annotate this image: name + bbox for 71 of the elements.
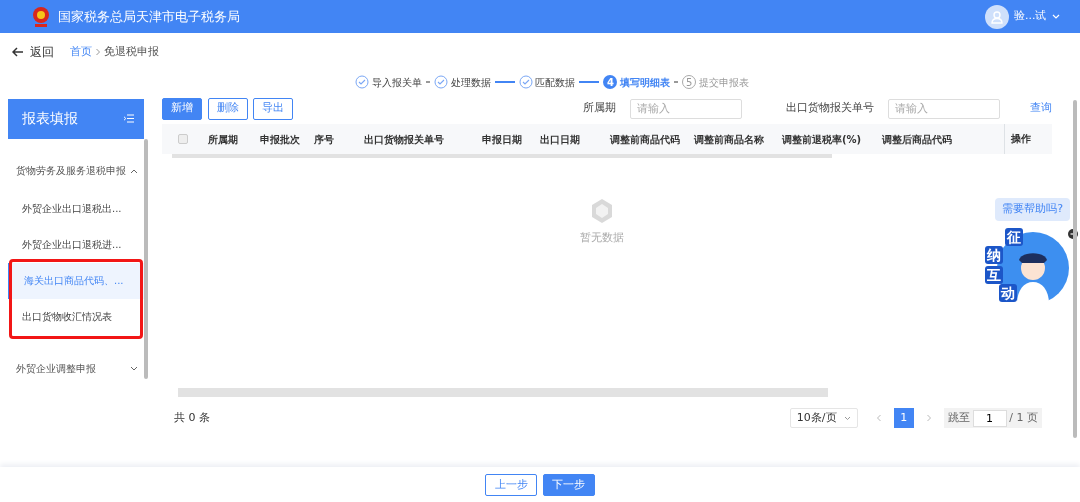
scrollbar[interactable] xyxy=(144,138,148,379)
emblem-icon xyxy=(30,4,52,29)
checkbox[interactable] xyxy=(178,134,188,144)
avatar-icon[interactable] xyxy=(984,4,1009,29)
step-item: 处理数据 xyxy=(433,74,491,90)
check-circle-icon xyxy=(355,75,370,89)
total-count: 共 0 条 xyxy=(174,409,210,426)
step-item: 匹配数据 xyxy=(518,74,576,90)
user-name[interactable]: 验...试 xyxy=(1014,8,1047,25)
page-input[interactable]: 1 xyxy=(972,409,1007,427)
badge-character: 互 xyxy=(985,266,1003,284)
query-link[interactable]: 查询 xyxy=(1030,100,1052,117)
sidebar-item[interactable]: 外贸企业出口退税出... xyxy=(8,190,144,227)
sidebar-item[interactable]: 外贸企业出口退税进... xyxy=(8,226,144,263)
step-button[interactable]: 下一步 xyxy=(542,474,595,496)
chevron-left-icon xyxy=(875,414,882,422)
empty-message: 暂无数据 xyxy=(580,229,624,246)
back-button[interactable]: 返回 xyxy=(12,43,54,61)
chevron-down-icon xyxy=(843,415,851,421)
step-item: 4 填写明细表 xyxy=(603,74,671,90)
step-item: 导入报关单 xyxy=(355,74,422,90)
chevron-right-icon xyxy=(94,48,101,56)
column-header: 操作 xyxy=(1004,124,1052,154)
filter-label: 出口货物报关单号 xyxy=(786,100,874,117)
column-header: 调整后商品代码 xyxy=(882,132,953,147)
sidebar-item[interactable]: 出口货物收汇情况表 xyxy=(8,298,144,335)
badge-character: 纳 xyxy=(985,246,1003,264)
scrollbar[interactable] xyxy=(178,388,828,397)
filter-label: 所属期 xyxy=(583,100,616,117)
page-size-select[interactable]: 10条/页 xyxy=(789,408,858,428)
sidebar-group[interactable]: 货物劳务及服务退税申报 xyxy=(8,150,144,191)
breadcrumb-link[interactable]: 首页 xyxy=(70,43,92,61)
scrollbar[interactable] xyxy=(1073,100,1077,438)
column-header: 调整前商品名称 xyxy=(694,132,765,147)
step-button[interactable]: 上一步 xyxy=(485,474,538,496)
badge-character: 动 xyxy=(999,284,1017,302)
toolbar-button[interactable]: 导出 xyxy=(253,97,293,120)
page-button[interactable]: 1 xyxy=(893,408,914,428)
column-header: 申报日期 xyxy=(482,132,523,147)
breadcrumb-item: 免退税申报 xyxy=(103,43,159,60)
toolbar-button[interactable]: 删除 xyxy=(207,97,248,120)
sidebar-group[interactable]: 外贸企业调整申报 xyxy=(8,348,144,389)
chevron-right-icon xyxy=(925,414,932,422)
column-header: 调整前商品代码 xyxy=(610,132,681,147)
help-bubble[interactable]: 需要帮助吗? xyxy=(995,198,1070,221)
column-header: 申报批次 xyxy=(260,132,301,147)
column-header: 序号 xyxy=(314,132,335,147)
sidebar-item[interactable]: 海关出口商品代码、... xyxy=(8,262,144,299)
step-number: 4 xyxy=(603,75,618,89)
chevron-up-icon xyxy=(130,167,138,174)
chevron-down-icon xyxy=(1052,13,1060,20)
column-header: 调整前退税率(%) xyxy=(782,132,863,147)
back-arrow-icon xyxy=(12,47,24,57)
input-field[interactable]: 请输入 xyxy=(630,98,742,119)
column-header: 出口日期 xyxy=(540,132,581,147)
site-title: 国家税务总局天津市电子税务局 xyxy=(57,7,240,26)
help-badge[interactable]: 征 纳 互 动 xyxy=(975,226,1070,304)
column-header: 出口货物报关单号 xyxy=(364,132,445,147)
toolbar-button[interactable]: 新增 xyxy=(162,97,202,120)
input-field[interactable]: 请输入 xyxy=(888,98,1000,119)
check-circle-icon xyxy=(433,75,448,89)
sidebar-header: 报表填报 xyxy=(8,98,144,139)
step-item: 5 提交申报表 xyxy=(682,74,749,90)
empty-box-icon xyxy=(590,198,614,224)
column-header: 所属期 xyxy=(208,132,239,147)
check-circle-icon xyxy=(518,75,533,89)
badge-character: 征 xyxy=(1005,228,1023,246)
chevron-down-icon xyxy=(130,365,138,372)
menu-fold-icon xyxy=(124,114,134,123)
page-count: / 1 页 xyxy=(1009,409,1038,426)
jump-label: 跳至 xyxy=(947,409,970,426)
